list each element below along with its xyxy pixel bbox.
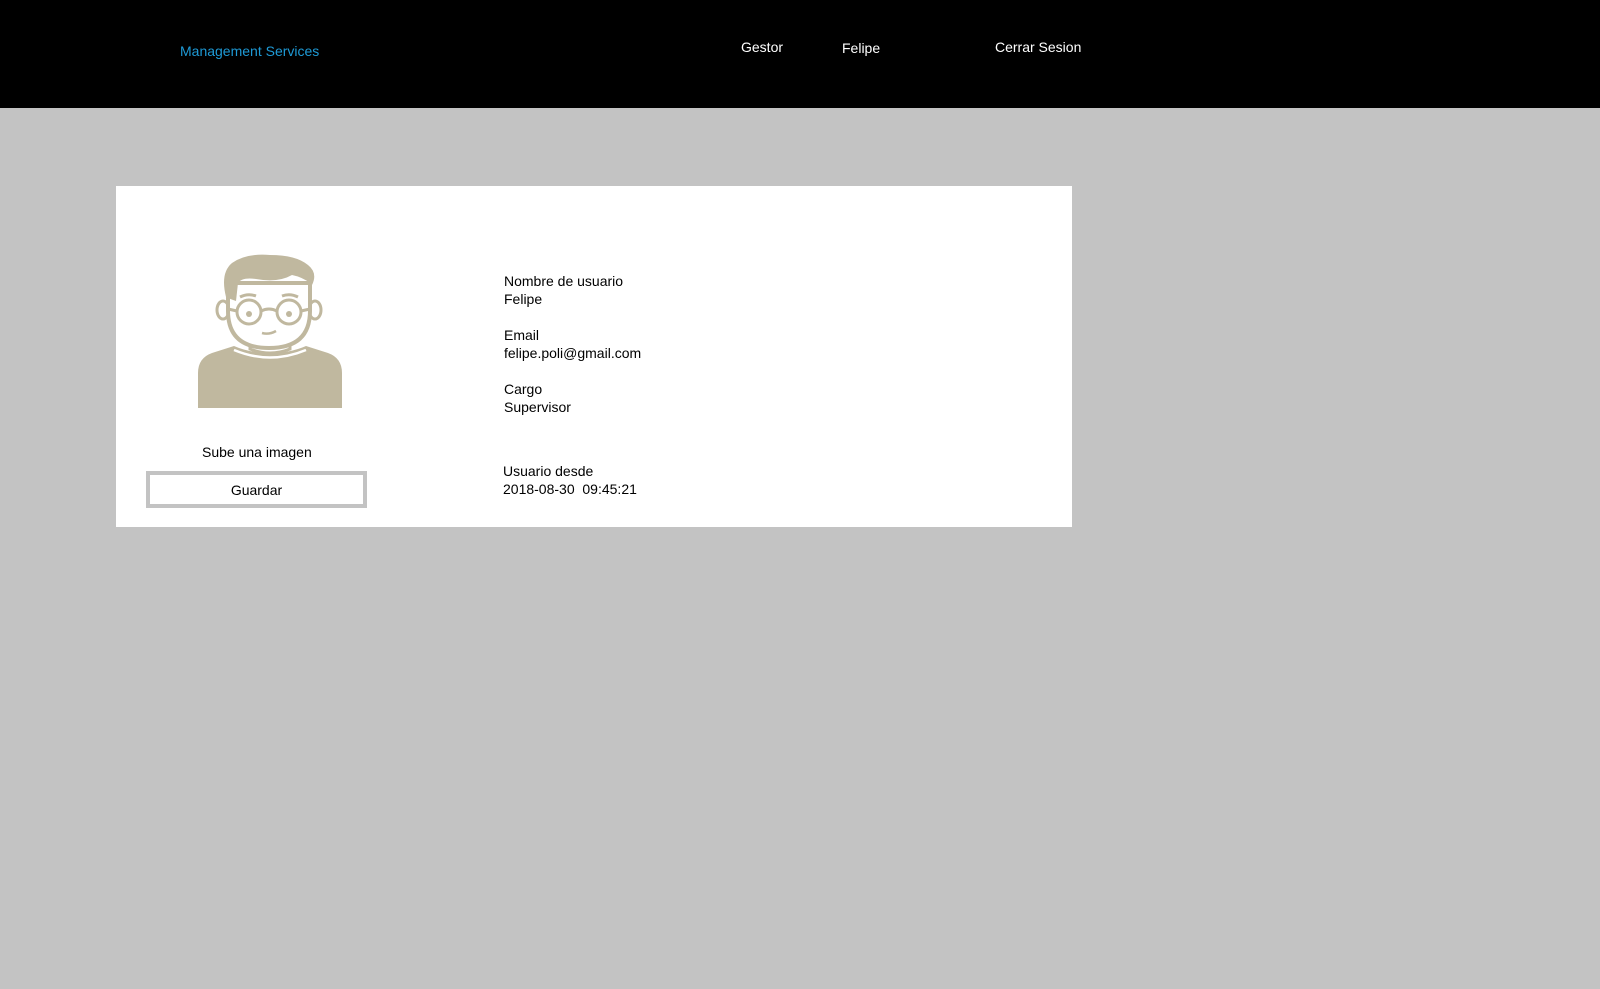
- cargo-value: Supervisor: [504, 399, 571, 415]
- top-navbar: Management Services Gestor Felipe Cerrar…: [0, 0, 1600, 108]
- logout-link[interactable]: Cerrar Sesion: [995, 39, 1081, 55]
- upload-image-link[interactable]: Sube una imagen: [202, 444, 312, 460]
- brand-link[interactable]: Management Services: [180, 43, 319, 59]
- user-since-value: 2018-08-30 09:45:21: [503, 481, 637, 497]
- email-label: Email: [504, 327, 540, 343]
- user-since-label: Usuario desde: [503, 463, 594, 479]
- cargo-field: Cargo Supervisor: [504, 380, 571, 416]
- profile-card: Sube una imagen Guardar Nombre de usuari…: [116, 186, 1072, 527]
- nav-gestor[interactable]: Gestor: [741, 39, 783, 55]
- username-field: Nombre de usuario Felipe: [504, 272, 623, 308]
- nav-user-name[interactable]: Felipe: [842, 40, 880, 56]
- email-value: felipe.poli@gmail.com: [504, 345, 642, 361]
- cargo-label: Cargo: [504, 381, 543, 397]
- email-field: Email felipe.poli@gmail.com: [504, 326, 641, 362]
- save-button[interactable]: Guardar: [146, 471, 367, 508]
- user-since-field: Usuario desde 2018-08-30 09:45:21: [503, 462, 637, 498]
- user-avatar-icon: [198, 254, 342, 408]
- username-value: Felipe: [504, 291, 543, 307]
- username-label: Nombre de usuario: [504, 273, 624, 289]
